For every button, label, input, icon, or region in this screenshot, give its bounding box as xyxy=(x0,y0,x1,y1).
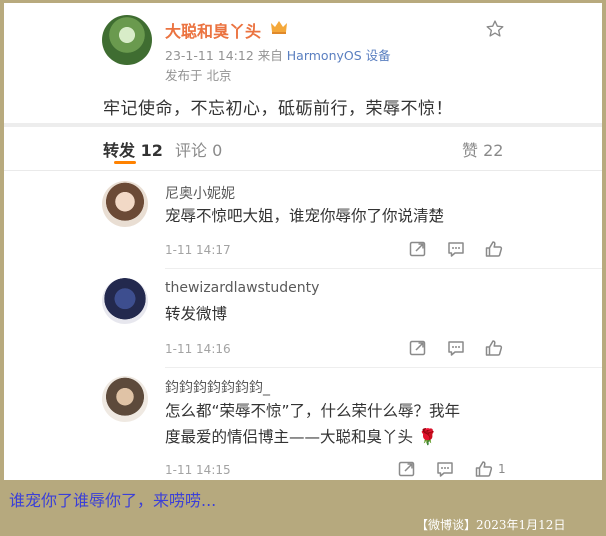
source-device-link[interactable]: HarmonyOS 设备 xyxy=(287,48,391,63)
comment-divider xyxy=(165,268,602,269)
comment-time: 1-11 14:15 xyxy=(165,463,231,477)
commenter-name[interactable]: thewizardlawstudenty xyxy=(165,280,319,296)
source-prefix: 来自 xyxy=(257,48,283,63)
comment-text: 怎么都“荣辱不惊”了，什么荣什么辱？我年 度最爱的情侣博主——大聪和臭丫头 🌹 xyxy=(165,398,525,450)
post-meta: 23-1-11 14:12 来自 HarmonyOS 设备 xyxy=(165,45,391,64)
favorite-star-icon[interactable] xyxy=(484,19,506,41)
weibo-post-card: 大聪和臭丫头 23-1-11 14:12 来自 HarmonyOS 设备 发布于… xyxy=(4,3,602,480)
commenter-name[interactable]: 尼奥小妮妮 xyxy=(165,183,235,203)
tabs-divider xyxy=(4,170,602,171)
like-count: 1 xyxy=(498,462,506,476)
tab-repost[interactable]: 转发 12 xyxy=(103,137,163,161)
post-body: 牢记使命，不忘初心，砥砺前行，荣辱不惊！ xyxy=(103,99,453,119)
banner-caption: 谁宠你了谁辱你了，来唠唠... xyxy=(9,491,217,510)
commenter-avatar[interactable] xyxy=(102,376,148,422)
comment-time: 1-11 14:16 xyxy=(165,342,231,356)
commenter-name[interactable]: 鈞鈞鈞鈞鈞鈞鈞_ xyxy=(165,377,270,397)
comment-icon[interactable] xyxy=(435,459,455,479)
like-icon[interactable] xyxy=(484,239,504,259)
rose-icon: 🌹 xyxy=(417,428,438,446)
active-tab-indicator xyxy=(114,161,136,164)
like-icon[interactable] xyxy=(484,338,504,358)
credit-date: 【微博谈】2023年1月12日 xyxy=(416,518,566,532)
like-icon[interactable] xyxy=(474,459,494,479)
comment-text: 宠辱不惊吧大姐，谁宠你辱你了你说清楚 xyxy=(165,207,445,225)
post-location: 发布于 北京 xyxy=(165,68,232,83)
tab-like[interactable]: 赞 22 xyxy=(462,137,503,161)
crown-icon xyxy=(270,19,288,35)
share-icon[interactable] xyxy=(408,338,428,358)
tab-comment[interactable]: 评论 0 xyxy=(175,137,222,161)
comment-icon[interactable] xyxy=(446,239,466,259)
share-icon[interactable] xyxy=(397,459,417,479)
post-datetime: 23-1-11 14:12 xyxy=(165,48,254,63)
commenter-avatar[interactable] xyxy=(102,181,148,227)
comment-divider xyxy=(165,367,602,368)
comment-time: 1-11 14:17 xyxy=(165,243,231,257)
author-name[interactable]: 大聪和臭丫头 xyxy=(165,18,261,42)
comment-icon[interactable] xyxy=(446,338,466,358)
commenter-avatar[interactable] xyxy=(102,278,148,324)
section-divider xyxy=(4,123,602,127)
share-icon[interactable] xyxy=(408,239,428,259)
comment-text: 转发微博 xyxy=(165,305,228,323)
comment-text-line1: 怎么都“荣辱不惊”了，什么荣什么辱？我年 xyxy=(165,402,461,420)
comment-text-line2: 度最爱的情侣博主——大聪和臭丫头 xyxy=(165,428,414,446)
author-avatar[interactable] xyxy=(102,15,152,65)
